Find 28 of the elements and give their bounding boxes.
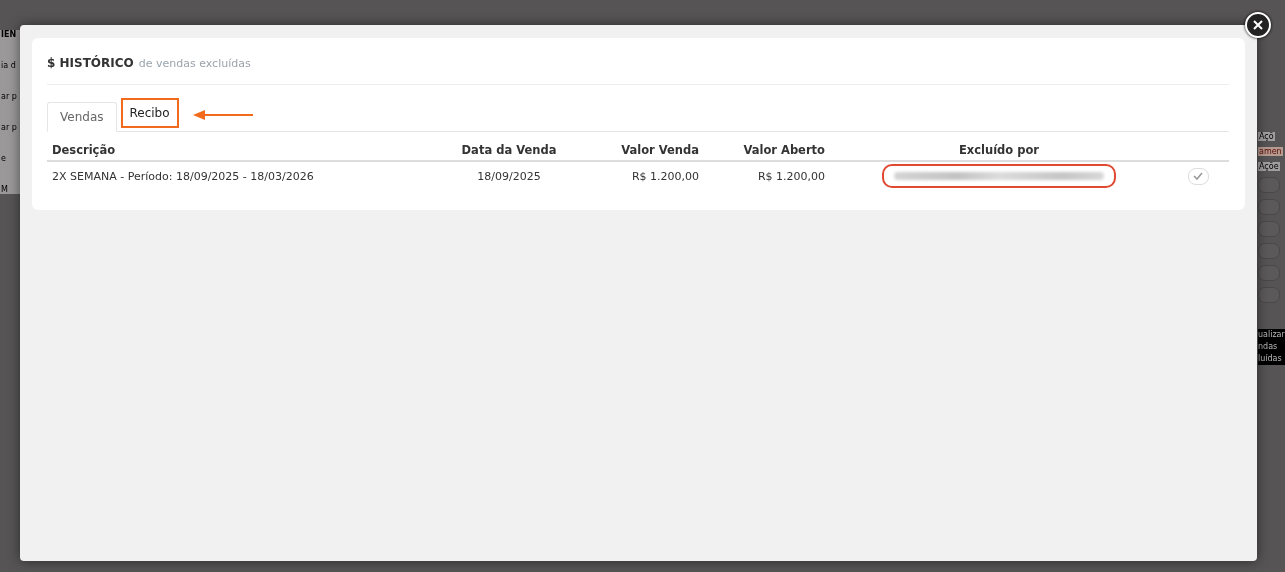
background-text: Açõ xyxy=(1258,132,1275,141)
column-header: Valor Aberto xyxy=(742,143,826,157)
table-cell-text: 2X SEMANA - Período: 18/09/2025 - 18/03/2026 xyxy=(51,169,315,183)
tooltip: ualizar ndas luídas xyxy=(1258,329,1285,365)
table-cell-text: 18/09/2025 xyxy=(476,169,542,183)
table-cell-text: R$ 1.200,00 xyxy=(756,169,826,183)
background-text: Açõe xyxy=(1258,162,1280,171)
background-text: e xyxy=(1,154,7,163)
modal-subtitle: de vendas excluídas xyxy=(138,57,251,70)
close-icon xyxy=(1253,20,1263,30)
background-text: ar p xyxy=(1,123,18,132)
close-button[interactable] xyxy=(1245,12,1271,38)
table-cell-text: R$ 1.200,00 xyxy=(630,169,700,183)
checkbox[interactable] xyxy=(1187,167,1209,185)
highlighted-tab[interactable]: Recibo xyxy=(120,98,179,128)
background-text: ar p xyxy=(1,92,18,101)
check-icon xyxy=(1193,172,1203,180)
background-text: M xyxy=(1,185,9,194)
modal-title: $ HISTÓRICO xyxy=(47,56,134,70)
column-header: Excluído por xyxy=(957,143,1041,157)
column-header: Data da Venda xyxy=(460,143,558,157)
tab[interactable]: Vendas xyxy=(47,102,117,132)
column-header: Valor Venda xyxy=(620,143,700,157)
background-text: ia d xyxy=(1,61,17,70)
arrow-annotation xyxy=(192,110,254,120)
background-text: amen xyxy=(1258,147,1283,156)
column-header: Descrição xyxy=(51,143,117,157)
background-text: IEN xyxy=(1,30,18,39)
